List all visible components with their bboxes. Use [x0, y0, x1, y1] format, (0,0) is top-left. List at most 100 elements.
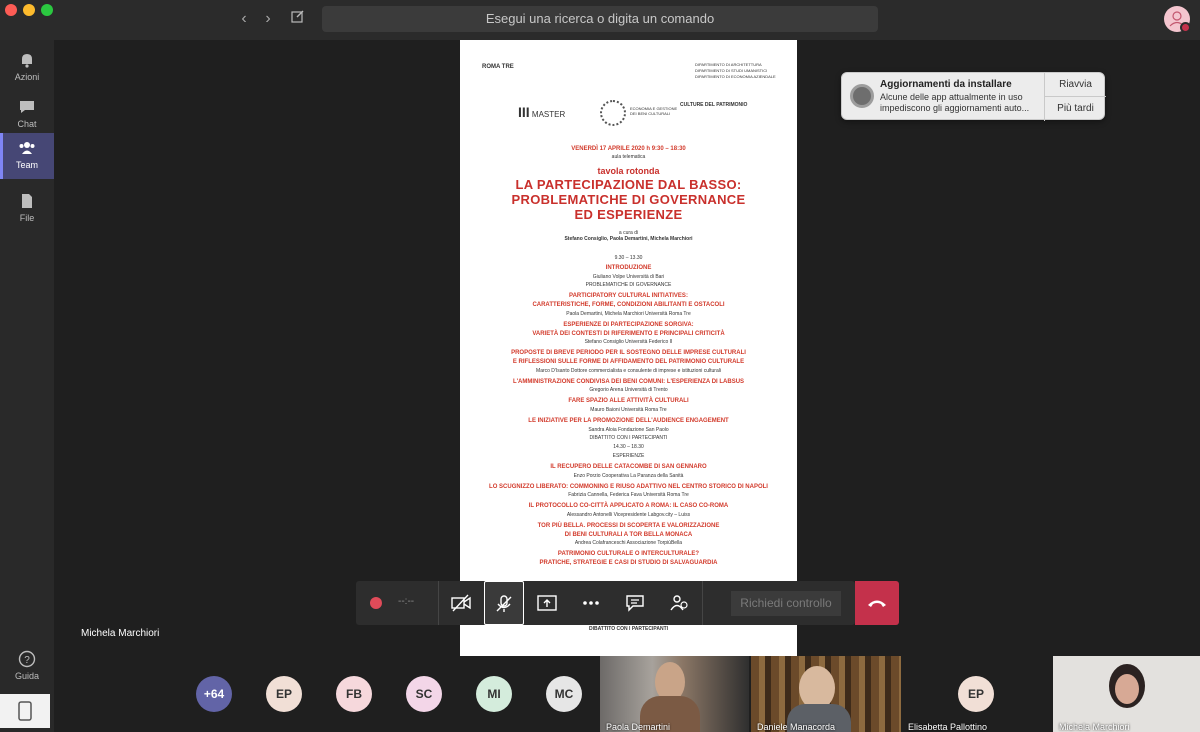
more-options-button[interactable]: [570, 581, 612, 625]
curators: Stefano Consiglio, Paola Demartini, Mich…: [564, 236, 693, 242]
program-line: E RIFLESSIONI SULLE FORME DI AFFIDAMENTO…: [512, 358, 745, 365]
doc-title-line: ED ESPERIENZE: [574, 207, 683, 222]
share-button[interactable]: [526, 581, 568, 625]
program-line: PATRIMONIO CULTURALE O INTERCULTURALE?: [557, 551, 700, 558]
master-label: MASTER: [531, 110, 566, 119]
program-line: VARIETÀ DEI CONTESTI DI RIFERIMENTO E PR…: [532, 330, 725, 337]
program-line: DI BENI CULTURALI A TOR BELLA MONACA: [564, 531, 693, 538]
divider: [702, 581, 703, 625]
camera-off-icon: [451, 594, 471, 612]
settings-gear-icon: [850, 84, 874, 108]
roma-tre-logo: ROMA TRE: [482, 64, 514, 70]
video-name: Paola Demartini: [606, 722, 671, 732]
svg-text:?: ?: [24, 655, 30, 666]
minimize-window-button[interactable]: [23, 4, 35, 16]
title-bar: ‹ › Esegui una ricerca o digita un coman…: [0, 0, 1200, 40]
event-kind: tavola rotonda: [597, 166, 660, 176]
restart-button[interactable]: Riavvia: [1044, 73, 1106, 97]
hang-up-button[interactable]: [855, 581, 899, 625]
program-line: ESPERIENZE: [612, 452, 645, 459]
program-line: PARTICIPATORY CULTURAL INITIATIVES:: [569, 293, 688, 300]
shared-document: ROMA TRE DIPARTIMENTO DI ARCHITETTURA DI…: [460, 40, 797, 656]
more-icon: [583, 601, 599, 605]
program-line: L'AMMINISTRAZIONE CONDIVISA DEI BENI COM…: [512, 378, 745, 385]
program-line: Fabrizia Cannella, Federica Fava Univers…: [568, 492, 689, 499]
user-avatar[interactable]: [1164, 6, 1191, 33]
help-icon: ?: [18, 650, 36, 668]
rail-item-label: Team: [15, 160, 38, 170]
overflow-participants[interactable]: +64: [196, 676, 232, 712]
video-name: Michela Marchiori: [1059, 722, 1130, 732]
rail-item-azioni[interactable]: Azioni: [0, 45, 54, 91]
program-line: Stefano Consiglio Università Federico II: [584, 339, 673, 346]
zoom-window-button[interactable]: [41, 4, 53, 16]
video-tile[interactable]: EP Elisabetta Pallottino: [902, 656, 1051, 732]
teams-window: ‹ › Esegui una ricerca o digita un coman…: [0, 0, 1200, 732]
participants-button[interactable]: [658, 581, 700, 625]
program-line: Mauro Baioni Università Roma Tre: [590, 407, 667, 413]
participant-avatar[interactable]: MC: [546, 676, 582, 712]
mute-button[interactable]: [484, 581, 524, 625]
participant-avatar[interactable]: EP: [266, 676, 302, 712]
master-logo: III MASTER: [518, 104, 566, 120]
rail-item-label: File: [19, 213, 35, 223]
culture-label: CULTURE DEL PATRIMONIO: [680, 102, 748, 108]
share-screen-icon: [537, 595, 557, 611]
participant-avatar[interactable]: MI: [476, 676, 512, 712]
econ-logo: [600, 100, 626, 126]
program-line: Giuliano Volpe Università di Bari: [592, 273, 665, 280]
notification-title: Aggiornamenti da installare: [880, 79, 1012, 90]
divider: [438, 581, 439, 625]
doc-title-line: PROBLEMATICHE DI GOVERNANCE: [511, 192, 746, 207]
rail-item-chat[interactable]: Chat: [0, 92, 54, 138]
compose-icon[interactable]: [288, 9, 308, 29]
participant-avatar: EP: [958, 676, 994, 712]
morning-time: 9.30 – 13.30: [614, 255, 643, 261]
program-line: FARE SPAZIO ALLE ATTIVITÀ CULTURALI: [568, 398, 689, 405]
program-line: LE INIZIATIVE PER LA PROMOZIONE DELL'AUD…: [528, 418, 729, 424]
program-line: Alessandro Antonelli Vicepresidente Labg…: [566, 511, 691, 518]
search-input[interactable]: Esegui una ricerca o digita un comando: [322, 6, 878, 32]
video-tile[interactable]: Paola Demartini: [600, 656, 749, 732]
event-date: VENERDÌ 17 APRILE 2020 h 9:30 – 18:30: [571, 146, 686, 152]
request-control-button[interactable]: Richiedi controllo: [731, 591, 841, 616]
close-window-button[interactable]: [5, 4, 17, 16]
program-line: Sandra Aloia Fondazione San Paolo: [588, 426, 669, 433]
meeting-toolbar: --:-- Richiedi controllo: [356, 581, 855, 625]
device-button[interactable]: [0, 694, 50, 728]
status-badge: [1180, 22, 1191, 33]
update-notification: Aggiornamenti da installare Alcune delle…: [841, 72, 1106, 121]
back-arrow-icon[interactable]: ‹: [234, 9, 254, 29]
closing-debate: DIBATTITO CON I PARTECIPANTI: [588, 626, 669, 632]
participant-video: [1115, 674, 1139, 704]
file-icon: [22, 194, 32, 208]
program-line: Gregorio Arena Università di Trento: [589, 387, 668, 394]
app-rail: Azioni Chat Team File ? Guida: [0, 40, 54, 732]
participant-avatar[interactable]: SC: [406, 676, 442, 712]
call-timer: --:--: [398, 596, 415, 607]
dept-line: DIPARTIMENTO DI ECONOMIA AZIENDALE: [695, 74, 776, 79]
program-line: PROBLEMATICHE DI GOVERNANCE: [585, 282, 672, 289]
self-video-tile[interactable]: Michela Marchiori: [1053, 656, 1200, 732]
camera-off-button[interactable]: [440, 581, 482, 625]
forward-arrow-icon[interactable]: ›: [258, 9, 278, 29]
phone-icon: [18, 701, 32, 721]
presenter-name: Michela Marchiori: [81, 628, 160, 639]
rail-item-file[interactable]: File: [0, 186, 54, 232]
rail-item-label: Guida: [14, 671, 40, 681]
conversation-button[interactable]: [614, 581, 656, 625]
program-line: IL RECUPERO DELLE CATACOMBE DI SAN GENNA…: [550, 463, 707, 470]
rail-item-guida[interactable]: ? Guida: [0, 648, 54, 681]
participant-avatar[interactable]: FB: [336, 676, 372, 712]
rail-item-label: Chat: [17, 119, 37, 129]
later-button[interactable]: Più tardi: [1044, 97, 1106, 121]
rail-item-team[interactable]: Team: [0, 133, 54, 179]
program-line: TOR PIÙ BELLA. PROCESSI DI SCOPERTA E VA…: [537, 522, 720, 529]
program-line: LO SCUGNIZZO LIBERATO: COMMONING E RIUSO…: [489, 483, 768, 490]
notification-body: Alcune delle app attualmente in uso impe…: [880, 92, 1030, 113]
video-tile[interactable]: Daniele Manacorda: [751, 656, 901, 732]
program-line: CARATTERISTICHE, FORME, CONDIZIONI ABILI…: [532, 302, 725, 309]
rail-item-label: Azioni: [14, 72, 40, 82]
hang-up-icon: [868, 600, 886, 607]
program-line: Paola Demartini, Michela Marchiori Unive…: [566, 310, 691, 317]
